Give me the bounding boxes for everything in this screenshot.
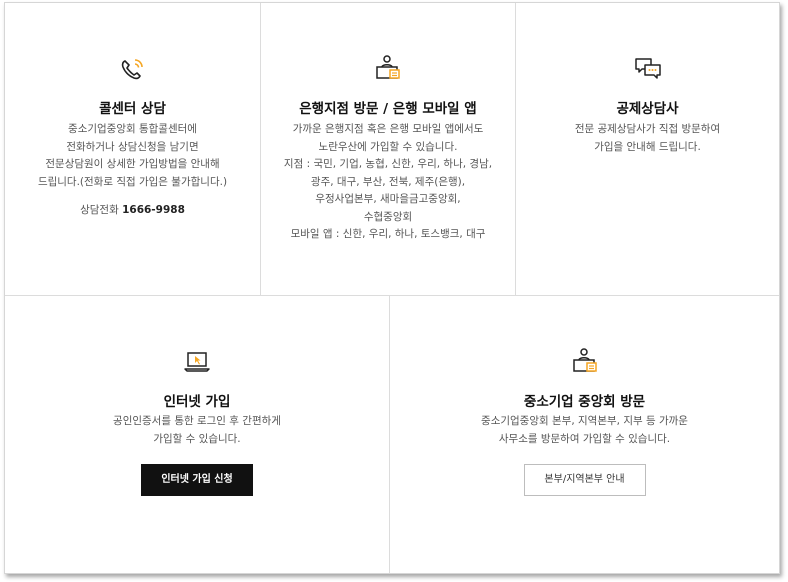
desc-line: 가입을 안내해 드립니다. [594, 140, 701, 153]
desc-line: 광주, 대구, 부산, 전북, 제주(은행), [310, 175, 466, 188]
call-center-title: 콜센터 상담 [99, 101, 166, 117]
office-desk-icon [572, 348, 597, 372]
methods-row-bottom: 인터넷 가입 공인인증서를 통한 로그인 후 간편하게 가입할 수 있습니다. … [5, 296, 779, 573]
hq-visit-title: 중소기업 중앙회 방문 [523, 394, 646, 410]
desc-line: 사무소를 방문하여 가입할 수 있습니다. [498, 432, 671, 445]
desc-line: 모바일 앱 : 신한, 우리, 하나, 토스뱅크, 대구 [290, 228, 486, 240]
phone-number: 1666-9988 [122, 204, 185, 216]
desc-line: 지점 : 국민, 기업, 농협, 신한, 우리, 하나, 경남, [283, 158, 493, 170]
desc-line: 드립니다.(전화로 직접 가입은 불가합니다.) [37, 175, 228, 188]
internet-card: 인터넷 가입 공인인증서를 통한 로그인 후 간편하게 가입할 수 있습니다. … [5, 296, 390, 573]
chat-bubbles-icon [634, 58, 661, 79]
call-center-desc: 중소기업중앙회 통합콜센터에 전화하거나 상담신청을 남기면 전문상담원이 상세… [5, 121, 260, 191]
desc-line: 전문 공제상담사가 직접 방문하여 [574, 123, 721, 135]
desc-line: 중소기업중앙회 통합콜센터에 [68, 123, 197, 135]
phone-icon [121, 59, 143, 80]
consultant-title: 공제상담사 [616, 101, 679, 117]
hq-office-guide-button[interactable]: 본부/지역본부 안내 [523, 464, 646, 496]
call-center-phone: 상담전화 1666-9988 [5, 202, 260, 217]
internet-title: 인터넷 가입 [163, 394, 231, 410]
hq-visit-card: 중소기업 중앙회 방문 중소기업중앙회 본부, 지역본부, 지부 등 가까운 사… [390, 296, 779, 573]
phone-label: 상담전화 [80, 204, 119, 216]
desc-line: 가까운 은행지점 혹은 은행 모바일 앱에서도 [292, 123, 484, 135]
desc-line: 전문상담원이 상세한 가입방법을 안내해 [45, 158, 220, 170]
bank-visit-desc: 가까운 은행지점 혹은 은행 모바일 앱에서도 노란우산에 가입할 수 있습니다… [261, 121, 515, 244]
hq-visit-desc: 중소기업중앙회 본부, 지역본부, 지부 등 가까운 사무소를 방문하여 가입할… [390, 413, 779, 448]
join-methods-panel: 콜센터 상담 중소기업중앙회 통합콜센터에 전화하거나 상담신청을 남기면 전문… [4, 2, 780, 574]
call-center-card: 콜센터 상담 중소기업중앙회 통합콜센터에 전화하거나 상담신청을 남기면 전문… [5, 3, 261, 295]
desc-line: 전화하거나 상담신청을 남기면 [66, 140, 199, 153]
consultant-desc: 전문 공제상담사가 직접 방문하여 가입을 안내해 드립니다. [516, 121, 779, 156]
desc-line: 공인인증서를 통한 로그인 후 간편하게 [113, 415, 281, 427]
desc-line: 우정사업본부, 새마을금고중앙회, [315, 193, 461, 205]
methods-row-top: 콜센터 상담 중소기업중앙회 통합콜센터에 전화하거나 상담신청을 남기면 전문… [5, 3, 779, 296]
internet-desc: 공인인증서를 통한 로그인 후 간편하게 가입할 수 있습니다. [5, 413, 389, 448]
desc-line: 노란우산에 가입할 수 있습니다. [318, 140, 458, 153]
laptop-icon [184, 352, 210, 372]
consultant-card: 공제상담사 전문 공제상담사가 직접 방문하여 가입을 안내해 드립니다. [516, 3, 779, 295]
desc-line: 수협중앙회 [363, 210, 413, 223]
internet-apply-button[interactable]: 인터넷 가입 신청 [141, 464, 253, 496]
bank-counter-icon [376, 55, 400, 79]
desc-line: 중소기업중앙회 본부, 지역본부, 지부 등 가까운 [481, 415, 688, 427]
bank-visit-card: 은행지점 방문 / 은행 모바일 앱 가까운 은행지점 혹은 은행 모바일 앱에… [261, 3, 516, 295]
desc-line: 가입할 수 있습니다. [153, 432, 241, 445]
bank-visit-title: 은행지점 방문 / 은행 모바일 앱 [299, 101, 477, 117]
